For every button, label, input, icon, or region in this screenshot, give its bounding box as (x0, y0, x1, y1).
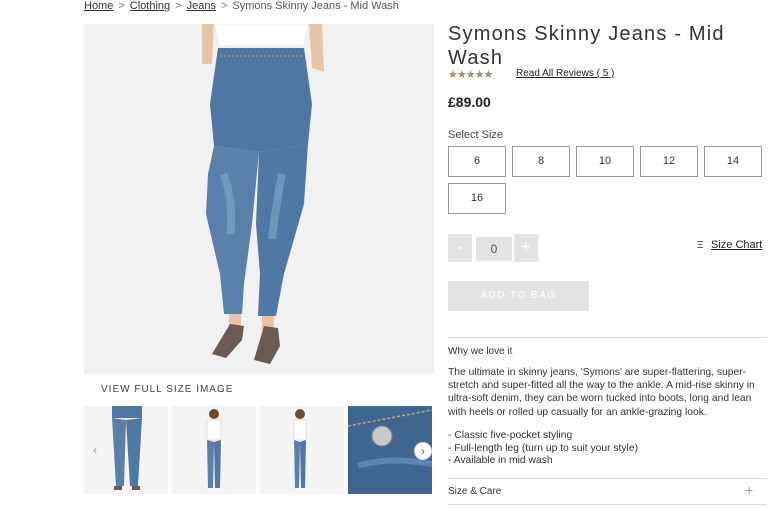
quantity-input[interactable] (476, 237, 512, 261)
breadcrumb-jeans[interactable]: Jeans (187, 0, 216, 12)
product-title: Symons Skinny Jeans - Mid Wash (448, 23, 725, 69)
feature-list: - Classic five-pocket styling - Full-len… (448, 430, 766, 468)
feature-item: - Available in mid wash (448, 455, 553, 467)
breadcrumb-separator: > (220, 0, 228, 12)
divider (448, 337, 766, 338)
add-to-bag-button[interactable]: ADD TO BAG (448, 281, 589, 311)
size-option-12[interactable]: 12 (640, 146, 698, 177)
size-option-6[interactable]: 6 (448, 146, 506, 177)
quantity-increase-button[interactable]: + (514, 234, 538, 262)
chevron-right-icon[interactable]: › (414, 442, 432, 460)
quantity-decrease-button[interactable]: - (448, 234, 472, 262)
thumbnail-model-full (206, 409, 222, 488)
size-chart-link[interactable]: Ξ Size Chart (697, 239, 762, 251)
size-option-16[interactable]: 16 (448, 183, 506, 214)
product-price: £89.00 (448, 94, 491, 110)
divider (448, 478, 766, 479)
thumbnail-side[interactable] (260, 406, 344, 494)
divider (448, 504, 766, 505)
breadcrumb-separator: > (175, 0, 182, 12)
rating-stars-icon: ★★★★★ (448, 69, 493, 81)
plus-icon[interactable]: + (745, 482, 753, 498)
thumbnail-model-side (293, 409, 307, 488)
jeans-model-illustration (202, 24, 324, 364)
breadcrumb-current: Symons Skinny Jeans - Mid Wash (232, 0, 399, 12)
why-we-love-it-heading: Why we love it (448, 346, 513, 357)
size-option-8[interactable]: 8 (512, 146, 570, 177)
select-size-label: Select Size (448, 129, 504, 141)
feature-item: - Full-length leg (turn up to suit your … (448, 442, 638, 454)
size-care-accordion-label[interactable]: Size & Care (448, 486, 501, 497)
ruler-icon: Ξ (697, 240, 704, 251)
breadcrumb-separator: > (118, 0, 125, 12)
breadcrumb-home[interactable]: Home (84, 0, 113, 12)
thumbnail-full-front[interactable] (172, 406, 256, 494)
chevron-left-icon[interactable]: ‹ (86, 442, 104, 460)
size-option-10[interactable]: 10 (576, 146, 634, 177)
view-full-size-link[interactable]: VIEW FULL SIZE IMAGE (101, 384, 233, 395)
breadcrumb-clothing[interactable]: Clothing (130, 0, 170, 12)
feature-item: - Classic five-pocket styling (448, 430, 573, 441)
size-option-14[interactable]: 14 (704, 146, 762, 177)
size-chart-label: Size Chart (711, 239, 763, 251)
main-product-image[interactable] (84, 24, 434, 374)
product-description: The ultimate in skinny jeans, 'Symons' a… (448, 367, 755, 418)
thumbnail-carousel: ‹ › (84, 406, 434, 494)
breadcrumb: Home > Clothing > Jeans > Symons Skinny Jeans … (84, 0, 399, 12)
read-reviews-link[interactable]: Read All Reviews ( 5 ) (516, 68, 614, 79)
